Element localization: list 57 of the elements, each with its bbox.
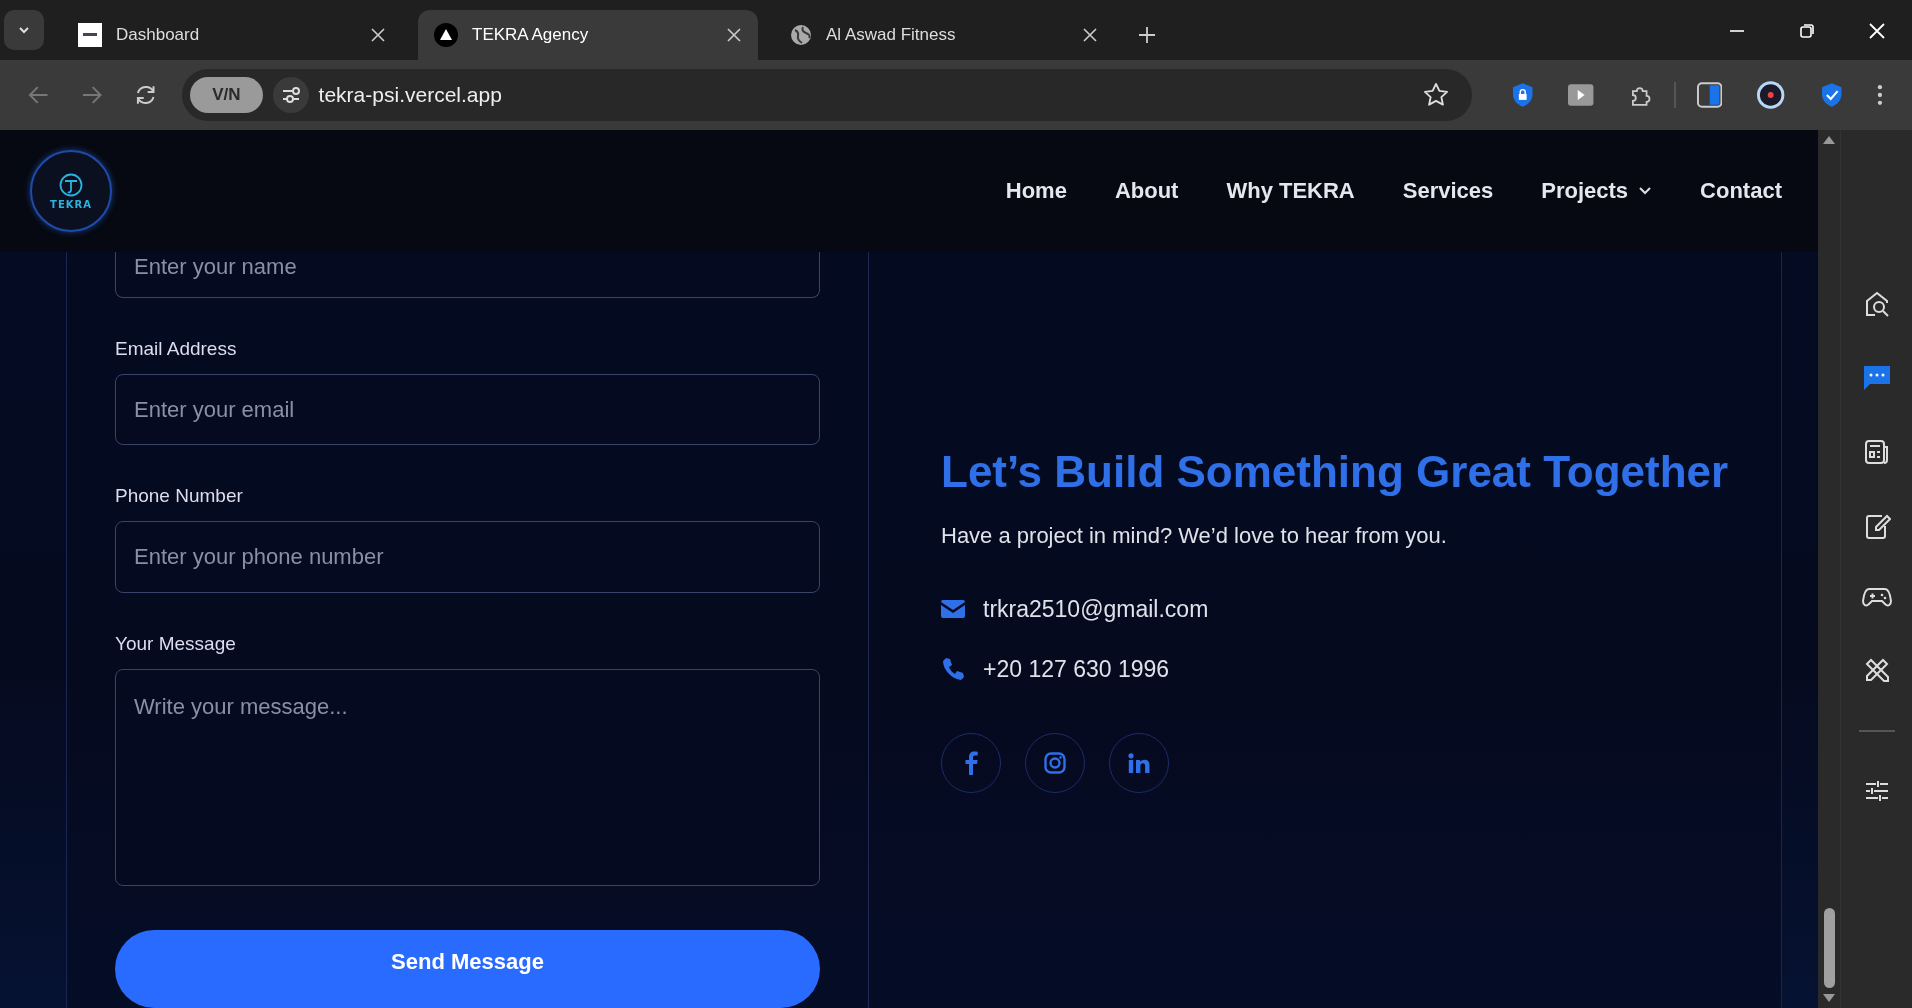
send-button[interactable]: Send Message [115,930,820,1008]
logo-icon [59,172,83,197]
tab-title: Dashboard [116,25,201,45]
news-icon[interactable] [1862,438,1891,466]
contact-text: trkra2510@gmail.com [983,595,1209,623]
close-icon[interactable] [726,27,742,43]
input-field[interactable]: Enter your phone number [115,521,820,593]
shield-lock-icon[interactable] [1510,82,1535,108]
shield-check-icon[interactable] [1819,82,1844,108]
facebook-icon [964,751,978,775]
sidebar-icon[interactable] [1696,82,1723,108]
linkedin-icon [1128,753,1150,773]
contact-subtitle: Have a project in mind? We’d love to hear from you. [941,523,1448,549]
tab-title: Al Aswad Fitness [826,25,957,45]
contact-text: +20 127 630 1996 [983,655,1170,683]
browser-tab[interactable]: TEKRA Agency [418,10,758,60]
favicon-icon [78,23,102,47]
tab-title: TEKRA Agency [472,25,590,45]
new-tab-icon[interactable] [1138,26,1156,44]
settings-icon[interactable] [1863,778,1890,804]
input-field[interactable]: Enter your email [115,373,820,446]
close-icon[interactable] [1082,27,1098,43]
scroll-up-icon[interactable] [1823,136,1835,144]
nav-link[interactable]: Contact [1700,178,1782,204]
phone-icon [941,657,965,681]
caret-icon [1638,186,1653,196]
scrollbar-thumb[interactable] [1823,908,1835,988]
play-icon[interactable] [1568,84,1594,106]
mail-icon [941,600,965,618]
vpn-button[interactable]: V/N [190,77,263,113]
menu-icon[interactable] [1877,84,1883,106]
instagram-icon [1044,752,1066,774]
browser-tab[interactable]: Al Aswad Fitness [774,10,1114,60]
contact-heading: Let’s Build Something Great Together [941,447,1729,497]
logo-text: TEKRA [50,198,92,210]
field-label: Phone Number [115,485,244,508]
site-settings-icon[interactable] [272,77,309,113]
nav-link[interactable]: Services [1402,178,1494,204]
globe-icon [790,24,812,46]
restore-icon[interactable] [1798,22,1816,40]
social-button[interactable] [1109,733,1169,793]
nav-link[interactable]: About [1114,178,1179,204]
nav-link[interactable]: Projects [1541,178,1653,204]
nav-link[interactable]: Home [1005,178,1067,204]
message-field[interactable]: Write your message... [115,669,820,886]
field-label: Your Message [115,633,237,655]
field-label: Email Address [115,337,238,360]
star-icon[interactable] [1421,81,1450,109]
record-icon[interactable] [1756,80,1786,110]
address-field[interactable]: tekra-psi.vercel.app [318,83,502,107]
scroll-down-icon[interactable] [1823,994,1835,1002]
name-field[interactable]: Enter your name [115,252,820,298]
browser-tab[interactable]: Dashboard [62,10,402,60]
logo[interactable]: TEKRA [30,150,112,232]
nav-link[interactable]: Why TEKRA [1226,178,1355,204]
close-icon[interactable] [370,27,386,43]
chat-icon[interactable] [1861,364,1892,392]
